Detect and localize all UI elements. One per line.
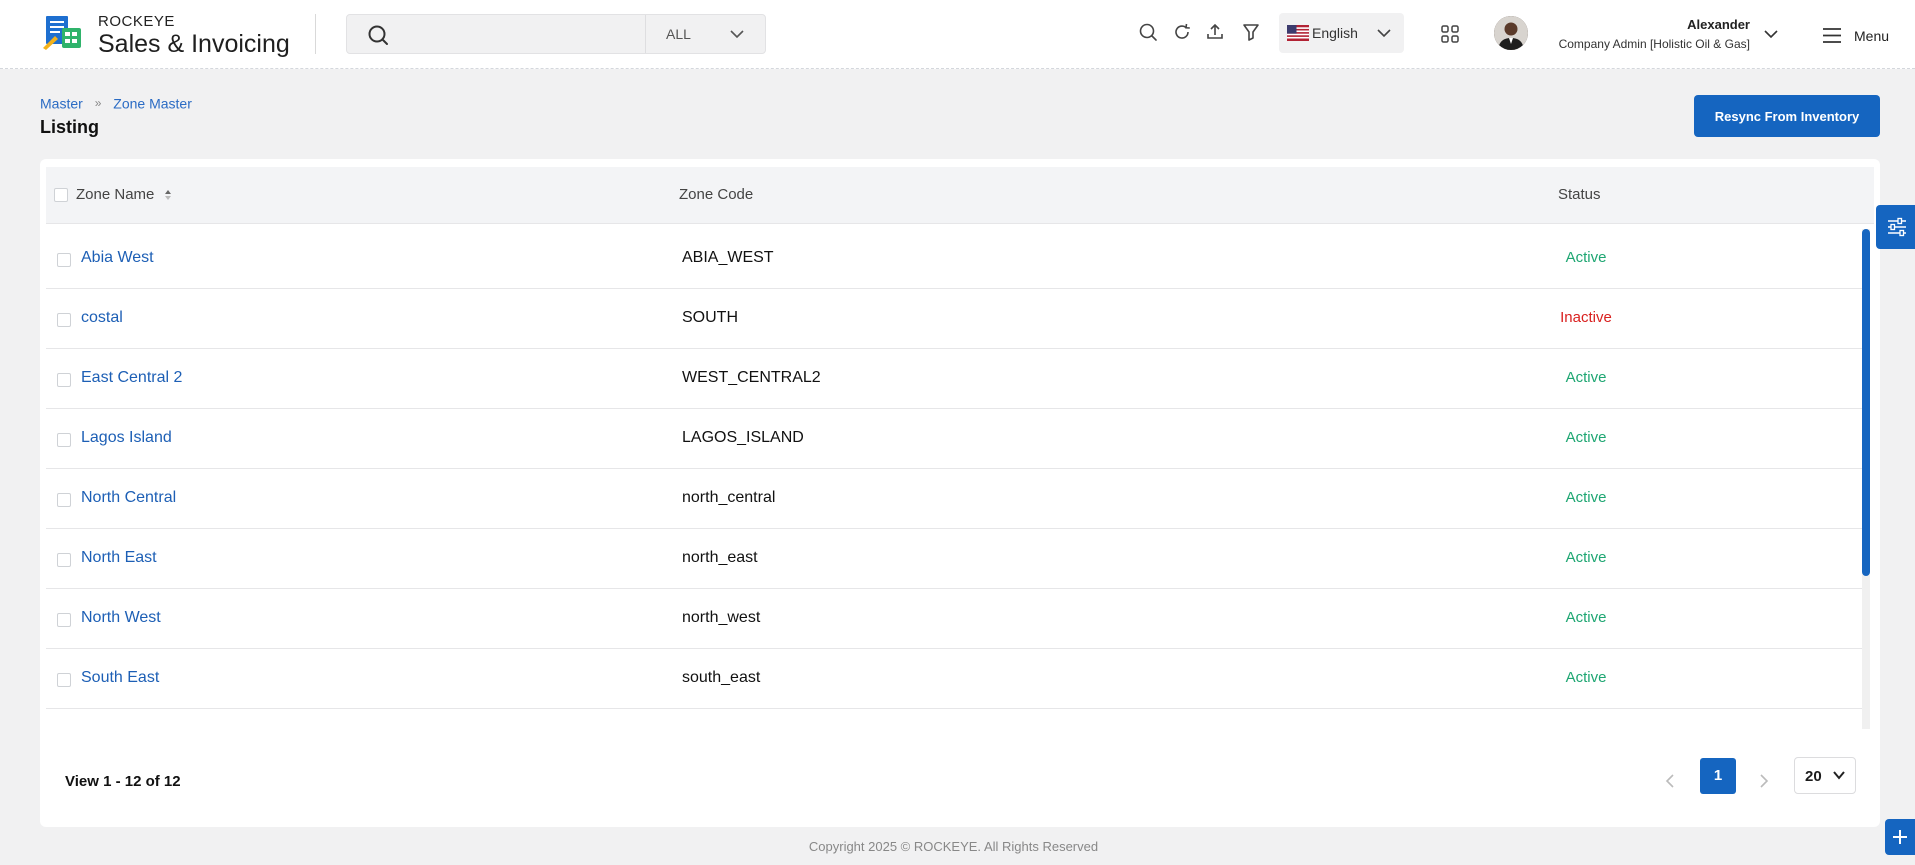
table-row[interactable]: costal SOUTH Inactive: [46, 289, 1866, 349]
zone-code-cell: north_central: [682, 489, 776, 506]
row-checkbox[interactable]: [57, 433, 71, 447]
page-title: Listing: [40, 117, 99, 137]
chevrons-right-icon: »: [94, 96, 102, 111]
brand-title: Sales & Invoicing: [98, 30, 290, 58]
status-badge: Active: [1565, 429, 1607, 446]
table-header: Zone Name Zone Code Status: [46, 167, 1874, 224]
zone-code-cell: LAGOS_ISLAND: [682, 429, 804, 446]
breadcrumb-item-master[interactable]: Master: [40, 95, 83, 111]
user-name: Alexander: [1687, 17, 1750, 32]
zone-code-cell: north_west: [682, 609, 761, 626]
search-icon[interactable]: [367, 24, 389, 46]
table-row[interactable]: Lagos Island LAGOS_ISLAND Active: [46, 409, 1866, 469]
add-new-tab[interactable]: [1885, 819, 1915, 855]
chevron-down-icon: [730, 30, 744, 39]
zone-code-cell: ABIA_WEST: [682, 249, 774, 266]
status-badge: Inactive: [1560, 309, 1612, 326]
status-badge: Active: [1565, 609, 1607, 626]
language-label: English: [1312, 25, 1358, 41]
copyright-text: Copyright 2025 © ROCKEYE. All Rights Res…: [808, 839, 1099, 854]
column-header-zone-name-label: Zone Name: [76, 186, 155, 203]
zone-name-link[interactable]: South East: [81, 669, 159, 687]
page-size-value: 20: [1805, 768, 1822, 785]
table-row[interactable]: North West north_west Active: [46, 589, 1866, 649]
avatar[interactable]: [1494, 16, 1528, 50]
table-row[interactable]: North Central north_central Active: [46, 469, 1866, 529]
row-checkbox[interactable]: [57, 313, 71, 327]
resync-from-inventory-button[interactable]: Resync From Inventory: [1694, 95, 1880, 137]
hamburger-icon: [1823, 28, 1841, 43]
zone-name-link[interactable]: North East: [81, 549, 157, 567]
table-row[interactable]: [46, 709, 1866, 729]
column-header-status[interactable]: Status: [1558, 186, 1601, 203]
top-header: ROCKEYE Sales & Invoicing ALL English Al…: [0, 0, 1915, 69]
zone-name-link[interactable]: East Central 2: [81, 369, 182, 387]
table-row[interactable]: North East north_east Active: [46, 529, 1866, 589]
upload-icon[interactable]: [1205, 22, 1225, 42]
chevron-down-icon: [1833, 771, 1845, 780]
breadcrumb: Master » Zone Master: [40, 94, 192, 111]
zone-code-cell: south_east: [682, 669, 761, 686]
status-badge: Active: [1565, 249, 1607, 266]
zone-name-link[interactable]: North Central: [81, 489, 176, 507]
breadcrumb-item-zone-master[interactable]: Zone Master: [113, 95, 192, 111]
filter-icon[interactable]: [1241, 22, 1261, 42]
apps-grid-icon[interactable]: [1440, 24, 1460, 44]
status-badge: Active: [1565, 549, 1607, 566]
zone-code-cell: north_east: [682, 549, 758, 566]
table-row[interactable]: Abia West ABIA_WEST Active: [46, 229, 1866, 289]
plus-icon: [1893, 830, 1907, 844]
zone-code-cell: WEST_CENTRAL2: [682, 369, 821, 386]
search-icon[interactable]: [1138, 22, 1158, 42]
table-row[interactable]: East Central 2 WEST_CENTRAL2 Active: [46, 349, 1866, 409]
sliders-icon: [1888, 217, 1906, 237]
brand-top: ROCKEYE: [98, 13, 175, 30]
search-scope-select[interactable]: ALL: [645, 15, 765, 53]
app-logo-icon[interactable]: [43, 14, 83, 50]
row-checkbox[interactable]: [57, 493, 71, 507]
global-search: ALL: [346, 14, 766, 54]
footer: Copyright 2025 © ROCKEYE. All Rights Res…: [0, 839, 1915, 854]
zone-name-link[interactable]: Lagos Island: [81, 429, 172, 447]
chevron-right-icon[interactable]: [1754, 771, 1774, 791]
user-role: Company Admin [Holistic Oil & Gas]: [1558, 37, 1750, 51]
column-header-zone-name[interactable]: Zone Name: [76, 186, 172, 203]
user-avatar-icon: [1494, 16, 1528, 50]
zone-name-link[interactable]: Abia West: [81, 249, 154, 267]
row-checkbox[interactable]: [57, 253, 71, 267]
chevron-down-icon: [1377, 29, 1391, 38]
row-checkbox[interactable]: [57, 613, 71, 627]
status-badge: Active: [1565, 489, 1607, 506]
status-badge: Active: [1565, 369, 1607, 386]
zone-name-link[interactable]: North West: [81, 609, 161, 627]
page-size-select[interactable]: 20: [1794, 757, 1856, 794]
page-button-current[interactable]: 1: [1700, 758, 1736, 794]
scrollbar-thumb[interactable]: [1862, 229, 1870, 576]
chevron-down-icon[interactable]: [1763, 27, 1779, 41]
table-body: Abia West ABIA_WEST Active costal SOUTH Inact…: [46, 229, 1866, 729]
table-row[interactable]: South East south_east Active: [46, 649, 1866, 709]
listing-card: Zone Name Zone Code Status Abia West ABIA…: [40, 159, 1880, 827]
column-header-zone-code[interactable]: Zone Code: [679, 186, 753, 203]
row-checkbox[interactable]: [57, 553, 71, 567]
select-all-checkbox[interactable]: [54, 188, 68, 202]
search-scope-value: ALL: [666, 26, 691, 42]
row-checkbox[interactable]: [57, 373, 71, 387]
menu-button[interactable]: Menu: [1822, 26, 1906, 46]
header-divider: [315, 14, 316, 54]
us-flag-icon: [1287, 25, 1309, 41]
brand[interactable]: ROCKEYE Sales & Invoicing: [98, 13, 290, 58]
zone-code-cell: SOUTH: [682, 309, 738, 326]
row-checkbox[interactable]: [57, 673, 71, 687]
sort-icon[interactable]: [164, 190, 172, 201]
refresh-icon[interactable]: [1172, 22, 1192, 42]
view-count: View 1 - 12 of 12: [65, 773, 181, 790]
chevron-left-icon[interactable]: [1660, 771, 1680, 791]
zone-name-link[interactable]: costal: [81, 309, 123, 327]
language-select[interactable]: English: [1279, 13, 1404, 53]
status-badge: Active: [1565, 669, 1607, 686]
menu-label: Menu: [1854, 28, 1890, 44]
column-settings-tab[interactable]: [1876, 205, 1915, 249]
